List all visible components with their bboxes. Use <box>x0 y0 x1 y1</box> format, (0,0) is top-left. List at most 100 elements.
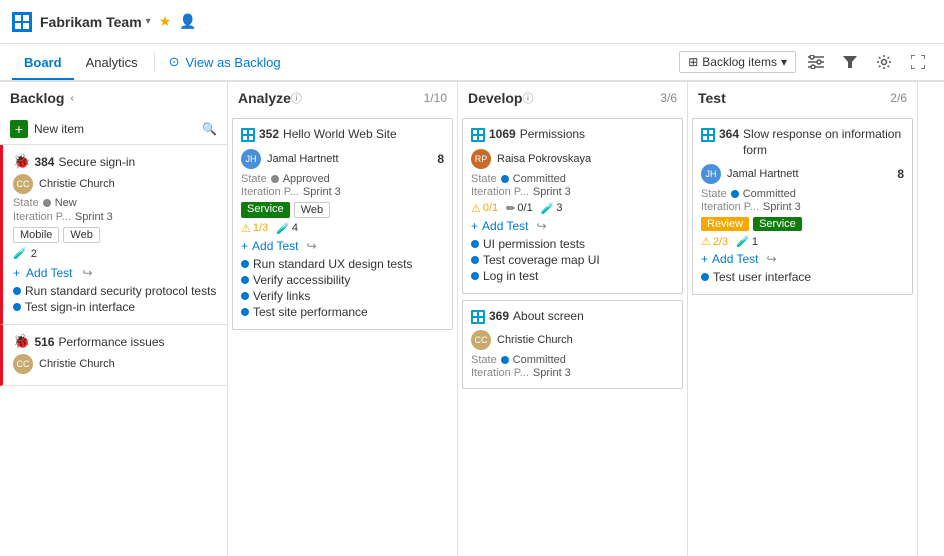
view-icon: ⊙ <box>169 54 180 70</box>
info-icon[interactable]: ⓘ <box>522 90 533 106</box>
settings-btn[interactable] <box>870 48 898 76</box>
card-avatar-row: JH Jamal Hartnett 8 <box>701 164 904 184</box>
filter-settings-btn[interactable] <box>802 48 830 76</box>
test-item-3[interactable]: Log in test <box>471 269 674 283</box>
card-badge: 8 <box>437 152 444 166</box>
nav-board[interactable]: Board <box>12 47 74 80</box>
card-badge: 8 <box>897 167 904 181</box>
plus-icon: + <box>10 120 28 138</box>
new-item-btn[interactable]: + New item 🔍 <box>0 114 227 145</box>
logo-icon <box>12 12 32 32</box>
test-dot <box>241 292 249 300</box>
fullscreen-btn[interactable] <box>904 48 932 76</box>
card-364[interactable]: 364 Slow response on information form JH… <box>692 118 913 295</box>
card-352[interactable]: 352 Hello World Web Site JH Jamal Hartne… <box>232 118 453 330</box>
test-name: Test coverage map UI <box>483 253 600 267</box>
test-dot <box>471 240 479 248</box>
develop-cards: 1069 Permissions RP Raisa Pokrovskaya St… <box>458 114 687 556</box>
card-assignee: Raisa Pokrovskaya <box>497 153 591 165</box>
card-iteration: Iteration P... Sprint 3 <box>241 186 444 198</box>
info-icon[interactable]: ⓘ <box>291 90 302 106</box>
backlog-items-btn[interactable]: ⊞ Backlog items ▾ <box>679 51 796 73</box>
stat-warning: ⚠ 1/3 <box>241 222 268 235</box>
card-type-icon <box>471 310 485 324</box>
card-stats: ⚠ 2/3 🧪 1 <box>701 235 904 248</box>
card-id: 352 <box>259 127 279 141</box>
card-tags: Service Web <box>241 202 444 218</box>
backlog-collapse-icon[interactable]: ‹ <box>70 93 73 104</box>
nav-analytics[interactable]: Analytics <box>74 47 150 78</box>
nav-right: ⊞ Backlog items ▾ <box>679 48 932 76</box>
card-369[interactable]: 369 About screen CC Christie Church Stat… <box>462 300 683 390</box>
tag-mobile[interactable]: Mobile <box>13 227 59 243</box>
nav-view-backlog[interactable]: ⊙ View as Backlog <box>159 50 291 74</box>
test-item-1[interactable]: UI permission tests <box>471 237 674 251</box>
tag-review[interactable]: Review <box>701 217 749 231</box>
backlog-dropdown-icon: ▾ <box>781 55 787 69</box>
test-item-2[interactable]: Verify accessibility <box>241 273 444 287</box>
warning-icon: ⚠ <box>471 202 481 215</box>
add-test-btn[interactable]: + Add Test ↪ <box>241 239 444 253</box>
new-item-label: New item <box>34 122 84 136</box>
test-item-1[interactable]: Run standard UX design tests <box>241 257 444 271</box>
plus-icon: + <box>241 239 248 253</box>
test-title: Run standard security protocol tests <box>25 284 216 298</box>
test-item-2[interactable]: Test coverage map UI <box>471 253 674 267</box>
filter-btn[interactable] <box>836 48 864 76</box>
analyze-title: Analyze <box>238 90 291 106</box>
backlog-item-516[interactable]: 🐞 516 Performance issues CC Christie Chu… <box>0 325 227 386</box>
test-link-1[interactable]: Run standard security protocol tests <box>13 284 217 298</box>
card-state-val: Approved <box>283 173 330 185</box>
test-count: 2/6 <box>890 91 907 105</box>
card-state: State Committed <box>471 354 674 366</box>
card-state-val: Committed <box>513 173 566 185</box>
search-icon[interactable]: 🔍 <box>202 122 217 136</box>
stat-val: 1 <box>752 236 758 248</box>
analyze-count: 1/10 <box>424 91 447 105</box>
card-state: State Approved <box>241 173 444 185</box>
test-name: Test user interface <box>713 270 811 284</box>
test-header: Test 2/6 <box>688 82 917 114</box>
test-dot <box>241 260 249 268</box>
test-item-4[interactable]: Test site performance <box>241 305 444 319</box>
warning-icon: ⚠ <box>701 235 711 248</box>
test-cards: 364 Slow response on information form JH… <box>688 114 917 556</box>
test-name: Log in test <box>483 269 538 283</box>
redirect-icon[interactable]: ↪ <box>307 239 317 253</box>
redirect-icon[interactable]: ↪ <box>83 266 93 280</box>
card-iteration-val: Sprint 3 <box>303 186 341 198</box>
backlog-item-384[interactable]: 🐞 384 Secure sign-in CC Christie Church … <box>0 145 227 325</box>
plus-icon: + <box>471 219 478 233</box>
item-title: Performance issues <box>58 335 164 349</box>
tag-service[interactable]: Service <box>241 202 290 218</box>
card-iteration: Iteration P... Sprint 3 <box>471 367 674 379</box>
tag-web[interactable]: Web <box>294 202 330 218</box>
card-avatar: JH <box>701 164 721 184</box>
test-item-1[interactable]: Test user interface <box>701 270 904 284</box>
card-1069[interactable]: 1069 Permissions RP Raisa Pokrovskaya St… <box>462 118 683 294</box>
test-link-2[interactable]: Test sign-in interface <box>13 300 217 314</box>
card-header: 369 About screen <box>471 309 674 325</box>
people-icon[interactable]: 👤 <box>179 13 196 30</box>
flask-icon: 🧪 <box>13 247 27 260</box>
team-dropdown-icon[interactable]: ▾ <box>146 16 151 27</box>
card-iteration: Iteration P... Sprint 3 <box>471 186 674 198</box>
iteration-value: Sprint 3 <box>75 211 113 223</box>
test-item-3[interactable]: Verify links <box>241 289 444 303</box>
add-test-btn[interactable]: + Add Test ↪ <box>471 219 674 233</box>
card-title: Permissions <box>520 127 585 143</box>
test-dot <box>701 273 709 281</box>
redirect-icon[interactable]: ↪ <box>767 252 777 266</box>
tag-service[interactable]: Service <box>753 217 802 231</box>
favorite-icon[interactable]: ★ <box>159 13 172 30</box>
add-test-btn[interactable]: + Add Test ↪ <box>701 252 904 266</box>
test-total-val: 6 <box>900 91 907 105</box>
tag-web[interactable]: Web <box>63 227 99 243</box>
bug-icon: 🐞 <box>13 153 30 170</box>
card-state-val: Committed <box>513 354 566 366</box>
redirect-icon[interactable]: ↪ <box>537 219 547 233</box>
test-dot <box>471 272 479 280</box>
backlog-items-list: 🐞 384 Secure sign-in CC Christie Church … <box>0 145 227 556</box>
add-test-btn[interactable]: + Add Test ↪ <box>13 266 217 280</box>
develop-count: 3/6 <box>660 91 677 105</box>
